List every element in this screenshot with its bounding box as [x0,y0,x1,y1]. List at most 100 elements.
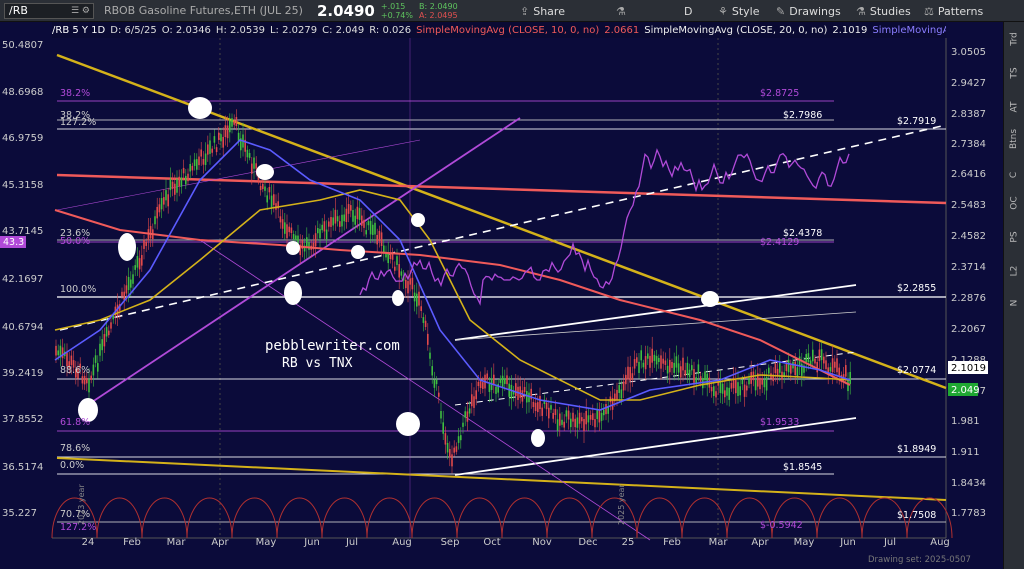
candle-body [622,381,625,391]
candle-body [534,402,537,412]
side-tab-ps[interactable]: PS [1004,224,1024,250]
candle-body [664,360,667,365]
candle-body [730,382,733,389]
candle-body [523,386,526,393]
candle-body [768,367,770,374]
candle-body [754,380,757,391]
candle-body [440,410,442,419]
white-oval-marker [351,245,365,259]
candle-body [101,339,103,351]
candle-body [380,232,383,247]
candle-body [246,149,249,158]
candle-body [651,348,653,363]
candle-body [658,357,660,363]
white-oval-marker [118,233,136,261]
candle-body [519,386,521,398]
candle-body [55,345,57,356]
candle-body [176,179,178,193]
candle-body [567,410,570,420]
candle-body [550,405,552,410]
candle-body [233,120,235,125]
candle-body [750,372,752,384]
candle-body [539,395,541,410]
candle-body [820,349,823,361]
candle-body [154,216,156,225]
candle-body [158,204,161,213]
right-axis-tick: 2.7384 [951,139,986,150]
x-axis-tick: Sep [441,537,460,548]
white-oval-marker [411,213,425,227]
candle-body [215,147,218,153]
candle-body [713,386,715,396]
right-side-panel: Trd TS AT Btns C OC PS L2 N [1003,22,1024,569]
candle-body [499,378,502,383]
candle-body [103,334,106,347]
candle-body [132,274,134,284]
x-axis-tick: Oct [483,537,500,548]
candle-body [468,408,471,414]
candle-body [838,367,840,376]
price-level-label: $2.7986 [783,110,822,121]
candle-body [354,215,356,225]
candle-body [466,411,469,422]
right-axis-tick: 2.8387 [951,109,986,120]
fib-percent-label: 100.0% [60,284,96,295]
side-tab-l2[interactable]: L2 [1004,258,1024,284]
side-tab-trd[interactable]: Trd [1004,26,1024,52]
candle-body [655,355,658,365]
left-axis-tick: 36.5174 [2,462,43,473]
x-axis-tick: Nov [532,537,552,548]
candle-body [229,120,231,133]
candle-body [554,409,557,415]
candle-body [510,384,513,399]
candle-body [831,358,834,373]
candle-body [178,176,180,187]
side-tab-label: L2 [1009,265,1020,277]
candle-body [372,224,374,235]
x-axis-tick: Feb [663,537,681,548]
candle-body [794,361,796,376]
x-axis-tick: Jul [345,537,358,548]
side-tab-n[interactable]: N [1004,290,1024,316]
fib-percent-label: 0.0% [60,460,84,471]
candle-body [422,317,425,323]
left-axis-bg [0,22,52,569]
candle-body [416,293,418,307]
candle-body [559,413,561,426]
x-axis-tick: Apr [211,537,229,548]
candle-body [167,194,169,207]
side-tab-oc[interactable]: OC [1004,190,1024,216]
x-axis-tick: May [794,537,815,548]
candle-body [83,375,86,385]
candle-body [319,228,321,239]
candle-body [341,214,343,227]
drawing-set-note: Drawing set: 2025-0507 [868,555,971,565]
candle-body [369,220,372,235]
candle-body [548,407,550,419]
candle-body [660,355,662,369]
candle-body [332,217,334,226]
candle-body [790,365,792,374]
candle-body [763,379,766,388]
candle-body [127,276,130,291]
candle-body [532,401,535,408]
side-tab-btns[interactable]: Btns [1004,126,1024,152]
side-tab-c[interactable]: C [1004,162,1024,188]
candle-body [286,224,288,239]
candle-body [431,366,433,376]
price-chart[interactable]: 50.4807 48.6968 46.9759 45.3158 43.7145 42.16… [0,0,1003,569]
candle-body [253,157,255,169]
candle-body [721,383,724,394]
candle-body [600,412,603,421]
candle-body [268,187,271,193]
candle-body [605,404,607,415]
right-axis-tick: 1.911 [951,447,980,458]
candle-body [165,190,167,201]
side-tab-ts[interactable]: TS [1004,60,1024,86]
candle-body [719,381,722,394]
side-tab-at[interactable]: AT [1004,94,1024,120]
candle-body [270,195,273,208]
candle-body [314,233,317,247]
candle-body [818,349,821,362]
candle-body [787,359,790,373]
